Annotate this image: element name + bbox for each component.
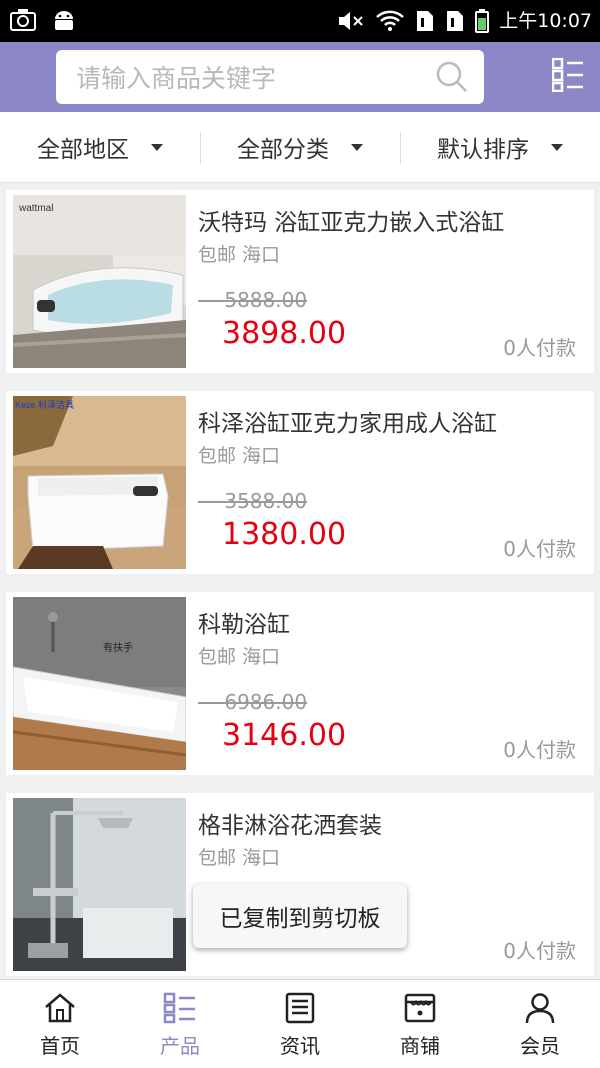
header-bar bbox=[0, 42, 600, 112]
status-bar: 上午10:07 bbox=[0, 0, 600, 42]
sale-price: 1380.00 bbox=[222, 517, 347, 552]
sale-price: 3146.00 bbox=[222, 718, 347, 753]
shipping-info: 包邮 海口 bbox=[198, 445, 281, 467]
tab-label: 商铺 bbox=[400, 1034, 440, 1058]
original-price: 3588.00 bbox=[198, 489, 307, 513]
shipping-info: 包邮 海口 bbox=[198, 244, 281, 266]
product-image[interactable]: 有扶手 bbox=[13, 597, 186, 770]
wifi-icon bbox=[376, 10, 405, 31]
camera-icon bbox=[10, 9, 36, 31]
search-icon[interactable] bbox=[436, 61, 468, 93]
product-name: 沃特玛 浴缸亚克力嵌入式浴缸 bbox=[198, 210, 505, 236]
original-price: 5888.00 bbox=[198, 288, 307, 312]
tab-label: 首页 bbox=[40, 1034, 80, 1058]
product-image[interactable] bbox=[13, 798, 186, 971]
toast-message: 已复制到剪切板 bbox=[193, 884, 407, 948]
tab-label: 产品 bbox=[160, 1034, 200, 1058]
store-icon bbox=[404, 993, 436, 1023]
status-time: 上午10:07 bbox=[499, 10, 592, 32]
buyer-count: 0人付款 bbox=[503, 939, 576, 963]
mute-icon bbox=[339, 12, 363, 30]
tab-store[interactable]: 商铺 bbox=[360, 980, 480, 1068]
product-image[interactable]: wattmal bbox=[13, 195, 186, 368]
product-card[interactable]: wattmal 沃特玛 浴缸亚克力嵌入式浴缸 包邮 海口 5888.00 389… bbox=[6, 190, 594, 373]
product-card[interactable]: Keze 科泽洁具 科泽浴缸亚克力家用成人浴缸 包邮 海口 3588.00 13… bbox=[6, 391, 594, 574]
tab-label: 资讯 bbox=[280, 1034, 320, 1058]
original-price: 6986.00 bbox=[198, 690, 307, 714]
sim2-icon bbox=[447, 11, 464, 31]
sale-price: 3898.00 bbox=[222, 316, 347, 351]
product-card[interactable]: 有扶手 科勒浴缸 包邮 海口 6986.00 3146.00 0人付款 bbox=[6, 592, 594, 775]
shipping-info: 包邮 海口 bbox=[198, 646, 281, 668]
tab-products[interactable]: 产品 bbox=[120, 980, 240, 1068]
search-input[interactable] bbox=[74, 50, 418, 106]
android-icon bbox=[55, 11, 73, 30]
shipping-info: 包邮 海口 bbox=[198, 847, 281, 869]
filter-label: 默认排序 bbox=[437, 137, 529, 163]
product-name: 科泽浴缸亚克力家用成人浴缸 bbox=[198, 411, 497, 437]
brand-logo: Keze 科泽洁具 bbox=[15, 399, 74, 410]
tab-label: 会员 bbox=[520, 1034, 560, 1058]
product-name: 科勒浴缸 bbox=[198, 612, 290, 638]
image-caption: 有扶手 bbox=[103, 641, 133, 654]
filter-label: 全部地区 bbox=[37, 137, 129, 163]
buyer-count: 0人付款 bbox=[503, 336, 576, 360]
caret-down-icon bbox=[151, 143, 163, 151]
member-icon bbox=[525, 993, 555, 1024]
product-name: 格非淋浴花洒套装 bbox=[198, 813, 382, 839]
caret-down-icon bbox=[351, 143, 363, 151]
product-image[interactable]: Keze 科泽洁具 bbox=[13, 396, 186, 569]
buyer-count: 0人付款 bbox=[503, 537, 576, 561]
buyer-count: 0人付款 bbox=[503, 738, 576, 762]
battery-icon bbox=[475, 9, 490, 33]
list-menu-icon[interactable] bbox=[552, 58, 584, 92]
search-box[interactable] bbox=[56, 50, 484, 106]
filter-sort[interactable]: 默认排序 bbox=[400, 112, 600, 182]
filter-category[interactable]: 全部分类 bbox=[200, 112, 400, 182]
filter-bar: 全部地区 全部分类 默认排序 bbox=[0, 112, 600, 183]
tab-member[interactable]: 会员 bbox=[480, 980, 600, 1068]
product-grid-icon bbox=[163, 992, 195, 1024]
product-list: wattmal 沃特玛 浴缸亚克力嵌入式浴缸 包邮 海口 5888.00 389… bbox=[6, 190, 594, 994]
filter-label: 全部分类 bbox=[237, 137, 329, 163]
sim1-icon bbox=[417, 11, 434, 31]
caret-down-icon bbox=[551, 143, 563, 151]
news-icon bbox=[285, 992, 315, 1024]
filter-region[interactable]: 全部地区 bbox=[0, 112, 200, 182]
brand-logo: wattmal bbox=[18, 203, 53, 214]
tab-news[interactable]: 资讯 bbox=[240, 980, 360, 1068]
bottom-tab-bar: 首页 产品 资讯 商铺 会员 bbox=[0, 979, 600, 1068]
home-icon bbox=[45, 993, 75, 1023]
tab-home[interactable]: 首页 bbox=[0, 980, 120, 1068]
